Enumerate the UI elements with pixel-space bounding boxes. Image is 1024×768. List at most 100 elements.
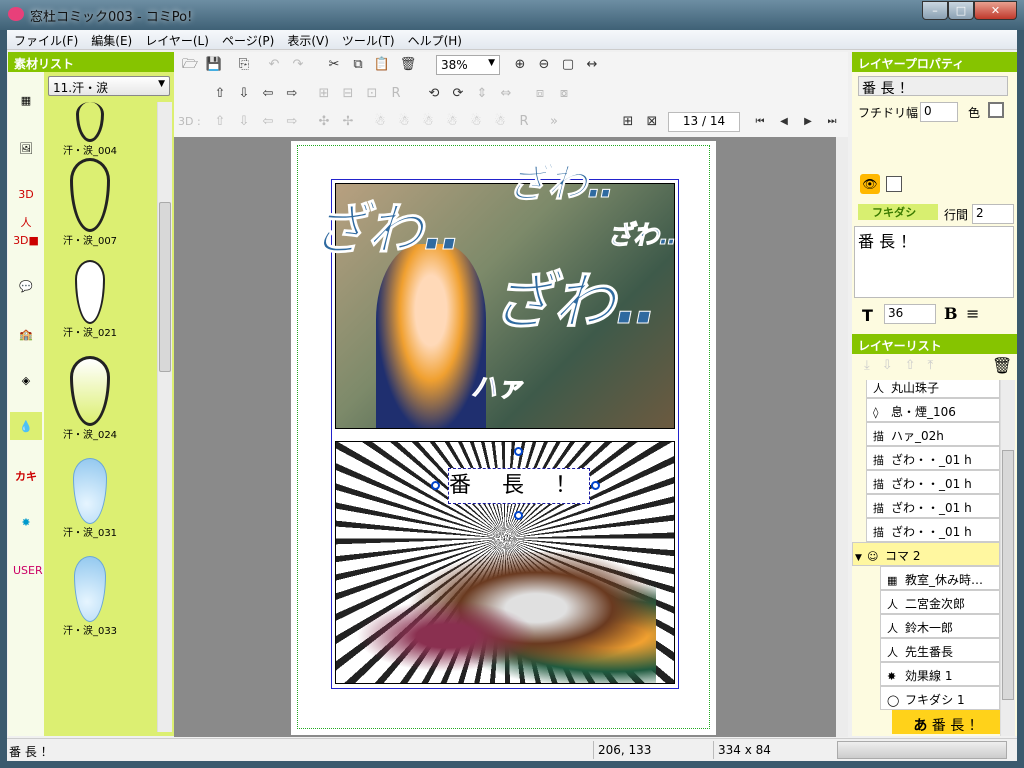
layer-move-icons[interactable]: ⤓⇩⇧⤒ bbox=[864, 358, 945, 373]
close-button[interactable]: ✕ bbox=[974, 1, 1017, 20]
comic-panel-2[interactable]: 番 長 ！ bbox=[335, 441, 675, 684]
canvas-scrollbar[interactable] bbox=[836, 137, 848, 737]
chevron-down-icon[interactable]: ▼ bbox=[855, 553, 867, 563]
material-item[interactable]: 汗・涙_004 bbox=[50, 102, 130, 157]
menu-help[interactable]: ヘルプ(H) bbox=[401, 30, 468, 49]
sfx-zawa[interactable]: ざわ‥ bbox=[310, 185, 461, 266]
font-icon[interactable]: T bbox=[862, 306, 873, 325]
panel-layout-icon[interactable]: ▦ bbox=[12, 86, 40, 114]
move-up-icon[interactable]: ⇧ bbox=[210, 84, 230, 104]
resize-handle[interactable] bbox=[591, 481, 600, 490]
3d-zoom-in-icon[interactable]: ✣ bbox=[314, 112, 334, 132]
copy-icon[interactable]: ⧉ bbox=[348, 55, 368, 75]
move-down-icon[interactable]: ⇩ bbox=[234, 84, 254, 104]
layer-group[interactable]: ▼ ☺ コマ 2 bbox=[852, 542, 1000, 566]
sweat-drop-icon[interactable]: 💧 bbox=[10, 412, 42, 440]
layer-item[interactable]: 人二宮金次郎 bbox=[880, 590, 1000, 614]
move-right-icon[interactable]: ⇨ bbox=[282, 84, 302, 104]
layer-item[interactable]: 描ざわ・・_01 h bbox=[866, 446, 1000, 470]
fit-page-icon[interactable]: ▢ bbox=[558, 55, 578, 75]
last-page-icon[interactable]: ⏭ bbox=[822, 112, 842, 132]
border-width-spinner[interactable]: 0 bbox=[920, 102, 958, 122]
material-item[interactable]: 汗・涙_021 bbox=[50, 260, 130, 339]
fit-icon[interactable]: ⊡ bbox=[362, 84, 382, 104]
menu-tools[interactable]: ツール(T) bbox=[335, 30, 401, 49]
layer-item[interactable]: 描ざわ・・_01 h bbox=[866, 518, 1000, 542]
layer-item-selected[interactable]: あ 番 長 ！ bbox=[892, 710, 1000, 734]
material-item[interactable]: 汗・涙_033 bbox=[50, 556, 130, 637]
layer-item[interactable]: ▦ 教室_休み時… bbox=[880, 566, 1000, 590]
font-size-spinner[interactable]: 36 bbox=[884, 304, 936, 324]
rotate-left-icon[interactable]: ⟲ bbox=[424, 84, 444, 104]
effect-lines-icon[interactable]: ✸ bbox=[12, 508, 40, 536]
line-spacing-spinner[interactable]: 2 bbox=[972, 204, 1014, 224]
eye-icon[interactable]: 👁 bbox=[860, 174, 880, 194]
trash-icon[interactable]: 🗑 bbox=[992, 356, 1012, 375]
tail-icon[interactable] bbox=[886, 176, 902, 192]
layer-item[interactable]: ✸ 効果線 1 bbox=[880, 662, 1000, 686]
flip-vertical-icon[interactable]: ⇕ bbox=[472, 84, 492, 104]
prev-page-icon[interactable]: ◀ bbox=[774, 112, 794, 132]
menu-file[interactable]: ファイル(F) bbox=[7, 30, 84, 49]
item-icon[interactable]: ◈ bbox=[12, 366, 40, 394]
send-back-icon[interactable]: ⧇ bbox=[554, 84, 574, 104]
3d-rotate-icon[interactable]: ☃ bbox=[394, 112, 414, 132]
layer-item[interactable]: 描ざわ・・_01 h bbox=[866, 470, 1000, 494]
layer-item[interactable]: 描ざわ・・_01 h bbox=[866, 494, 1000, 518]
layer-item[interactable]: ◊ 息・煙_106 bbox=[866, 398, 1000, 422]
kakimoji-icon[interactable]: カキ bbox=[12, 462, 40, 490]
color-swatch[interactable] bbox=[988, 102, 1004, 118]
rotate-right-icon[interactable]: ⟳ bbox=[448, 84, 468, 104]
first-page-icon[interactable]: ⏮ bbox=[750, 112, 770, 132]
redo-icon[interactable]: ↷ bbox=[288, 55, 308, 75]
canvas-area[interactable]: ざわ‥ ざわ‥ ざわ‥ ざわ‥ ハァ 番 長 ！ bbox=[174, 137, 836, 737]
undo-icon[interactable]: ↶ bbox=[264, 55, 284, 75]
delete-page-icon[interactable]: ⊠ bbox=[642, 112, 662, 132]
layer-item[interactable]: 人丸山珠子 bbox=[866, 380, 1000, 398]
sfx-haa[interactable]: ハァ bbox=[470, 367, 523, 404]
layer-item[interactable]: ◯ フキダシ 1 bbox=[880, 686, 1000, 710]
cut-icon[interactable]: ✂ bbox=[324, 55, 344, 75]
open-icon[interactable]: 🗁 bbox=[180, 55, 200, 75]
layer-item[interactable]: 描ハァ_02h bbox=[866, 422, 1000, 446]
character-girl[interactable] bbox=[376, 244, 486, 428]
speech-bubble[interactable]: 番 長 ！ bbox=[448, 468, 590, 504]
category-dropdown[interactable]: 11.汗・涙 ▼ bbox=[48, 76, 170, 96]
material-item[interactable]: 汗・涙_007 bbox=[50, 158, 130, 247]
3d-zoom-out-icon[interactable]: ✢ bbox=[338, 112, 358, 132]
balloon-text-area[interactable]: 番 長 ！ bbox=[854, 226, 1014, 298]
zoom-in-icon[interactable]: ⊕ bbox=[510, 55, 530, 75]
scene-icon[interactable]: 🖼 bbox=[12, 134, 40, 162]
3d-rotate-icon[interactable]: ☃ bbox=[466, 112, 486, 132]
sfx-zawa[interactable]: ざわ‥ bbox=[490, 251, 657, 341]
3d-rotate-icon[interactable]: ☃ bbox=[490, 112, 510, 132]
layer-item[interactable]: 人鈴木一郎 bbox=[880, 614, 1000, 638]
3d-right-icon[interactable]: ⇨ bbox=[282, 112, 302, 132]
3d-reset-icon[interactable]: R bbox=[514, 112, 534, 132]
bold-button[interactable]: B bbox=[944, 304, 958, 323]
align-icon[interactable]: ≡ bbox=[966, 304, 979, 323]
user-icon[interactable]: USER bbox=[12, 556, 43, 584]
delete-icon[interactable]: 🗑 bbox=[398, 55, 418, 75]
3d-rotate-icon[interactable]: ☃ bbox=[442, 112, 462, 132]
speech-balloon-icon[interactable]: 💬 bbox=[12, 272, 40, 300]
menu-edit[interactable]: 編集(E) bbox=[84, 30, 138, 49]
menu-page[interactable]: ページ(P) bbox=[215, 30, 280, 49]
layer-scrollbar[interactable] bbox=[1000, 380, 1015, 736]
3d-down-icon[interactable]: ⇩ bbox=[234, 112, 254, 132]
flip-horizontal-icon[interactable]: ⇔ bbox=[496, 84, 516, 104]
material-item[interactable]: 汗・涙_031 bbox=[50, 458, 130, 539]
add-page-icon[interactable]: ⊞ bbox=[618, 112, 638, 132]
paste-icon[interactable]: 📋 bbox=[372, 55, 392, 75]
3d-forward-icon[interactable]: » bbox=[544, 112, 564, 132]
export-icon[interactable]: ⎘ bbox=[234, 55, 254, 75]
resize-handle[interactable] bbox=[514, 511, 523, 520]
page-number-field[interactable]: 13 / 14 bbox=[668, 112, 740, 132]
fit-width-icon[interactable]: ↔ bbox=[582, 55, 602, 75]
menu-layer[interactable]: レイヤー(L) bbox=[138, 30, 215, 49]
bring-front-icon[interactable]: ⧈ bbox=[530, 84, 550, 104]
resize-handle[interactable] bbox=[431, 481, 440, 490]
maximize-button[interactable]: □ bbox=[948, 1, 974, 20]
menu-view[interactable]: 表示(V) bbox=[280, 30, 335, 49]
characters-group[interactable] bbox=[356, 552, 656, 683]
